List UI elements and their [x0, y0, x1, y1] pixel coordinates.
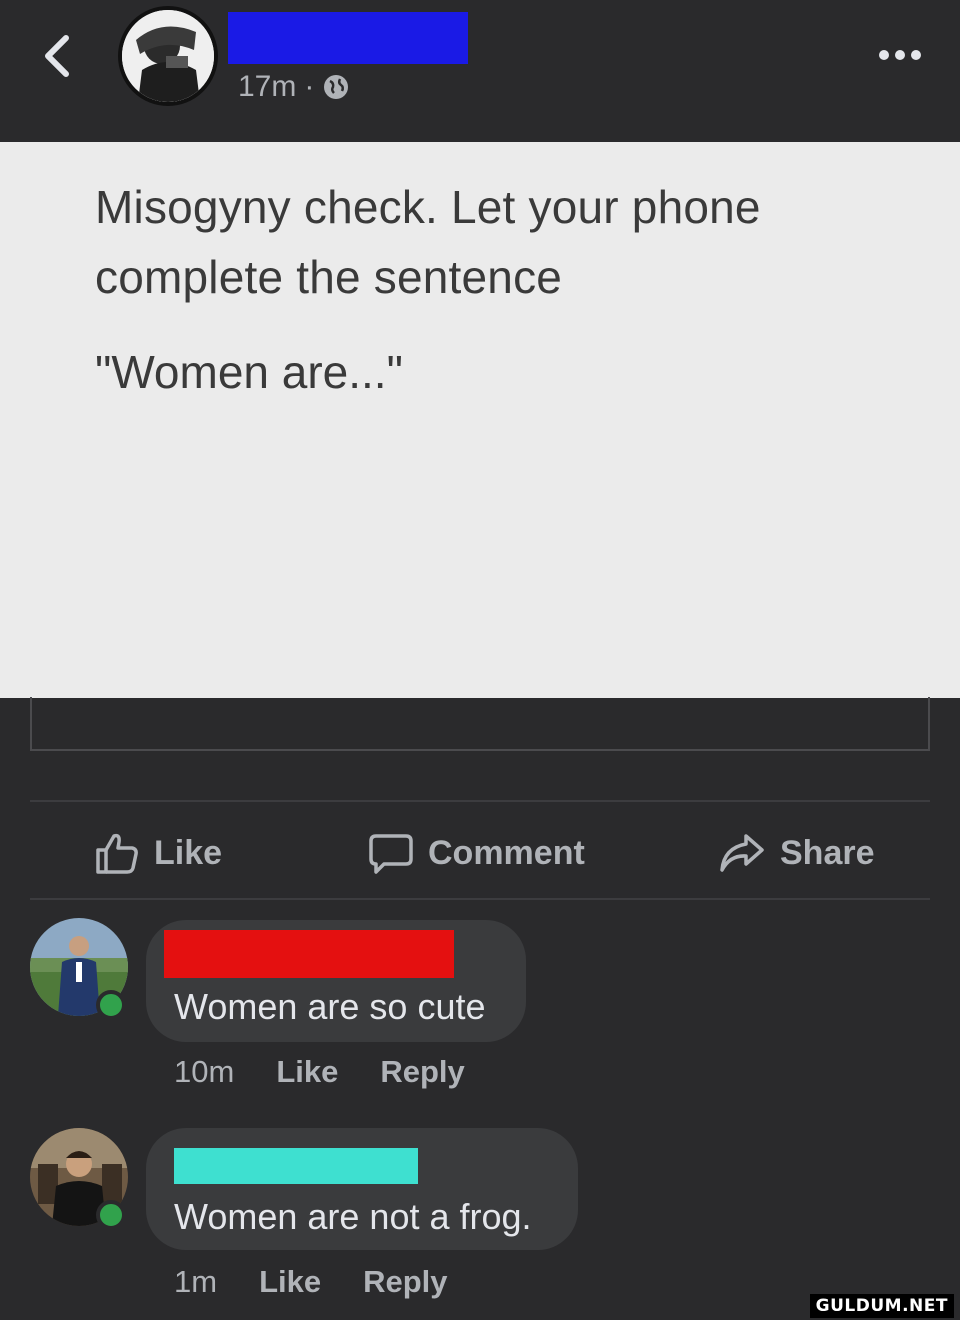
link-preview-box[interactable] — [30, 697, 930, 751]
divider-bottom — [30, 898, 930, 900]
more-horizontal-icon — [879, 50, 921, 60]
comment-like-link[interactable]: Like — [259, 1264, 321, 1300]
comment-label: Comment — [428, 833, 585, 872]
post-meta: 17m · — [238, 70, 350, 104]
meta-separator: · — [304, 70, 315, 103]
comment-text: Women are not a frog. — [174, 1196, 532, 1237]
comment-text: Women are so cute — [174, 986, 486, 1027]
comment-bubble[interactable]: Women are so cute — [146, 920, 526, 1042]
comment-time[interactable]: 10m — [174, 1054, 234, 1090]
post-quote: "Women are..." — [95, 346, 403, 398]
like-button[interactable]: Like — [94, 820, 222, 886]
post-header: 17m · — [0, 0, 960, 140]
comment-time[interactable]: 1m — [174, 1264, 217, 1300]
comment-reply-link[interactable]: Reply — [363, 1264, 447, 1300]
comment-meta: 1m Like Reply — [174, 1264, 448, 1300]
chevron-left-icon — [45, 35, 69, 77]
post-text: Misogyny check. Let your phone complete … — [95, 181, 761, 303]
share-icon — [720, 834, 764, 872]
share-button[interactable]: Share — [718, 820, 875, 886]
share-label: Share — [780, 833, 875, 872]
comment-like-link[interactable]: Like — [276, 1054, 338, 1090]
site-watermark: GULDUM.NET — [809, 1294, 954, 1318]
globe-icon — [324, 75, 349, 99]
comment-reply-link[interactable]: Reply — [380, 1054, 464, 1090]
comment-button[interactable]: Comment — [368, 820, 585, 886]
online-status-indicator — [96, 990, 126, 1020]
comment-bubble[interactable]: Women are not a frog. — [146, 1128, 578, 1250]
author-name-redaction — [228, 12, 468, 64]
more-options-button[interactable] — [872, 40, 928, 70]
commenter-name-redaction — [174, 1148, 418, 1184]
divider-top — [30, 800, 930, 802]
author-avatar[interactable] — [118, 6, 218, 106]
commenter-name-redaction — [164, 930, 454, 978]
post-timestamp[interactable]: 17m — [238, 70, 296, 104]
like-label: Like — [154, 833, 223, 872]
post-content-card: Misogyny check. Let your phone complete … — [0, 142, 960, 698]
comment-icon — [369, 834, 413, 874]
online-status-indicator — [96, 1200, 126, 1230]
thumbs-up-icon — [96, 833, 138, 874]
comment-meta: 10m Like Reply — [174, 1054, 465, 1090]
back-button[interactable] — [36, 30, 80, 82]
